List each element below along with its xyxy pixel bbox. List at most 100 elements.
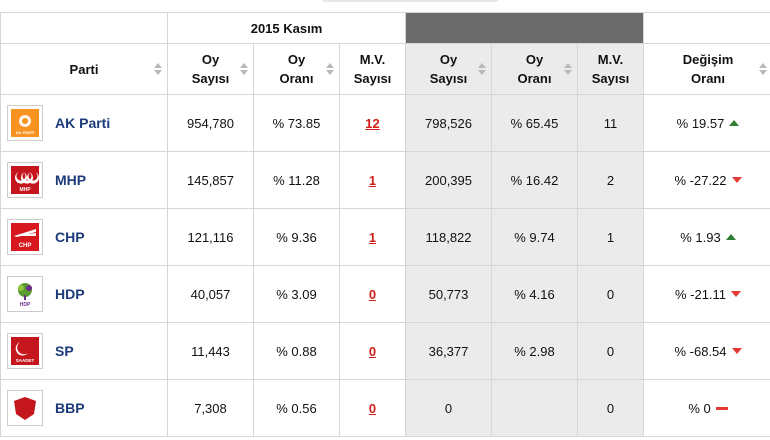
group-header-previous [404, 12, 645, 44]
seats-prev-cell: 0 [576, 322, 645, 380]
col-votes-2015[interactable]: Oy Sayısı [167, 43, 254, 95]
seats-cell: 1 [339, 208, 406, 266]
svg-text:HDP: HDP [20, 302, 31, 308]
sort-icon[interactable] [759, 63, 768, 75]
votes-prev-cell: 200,395 [405, 151, 492, 209]
rate-prev-cell [491, 379, 578, 437]
seats-link[interactable]: 0 [369, 287, 376, 302]
sort-icon[interactable] [326, 63, 334, 75]
seats-cell: 0 [339, 379, 406, 437]
rate-cell: % 3.09 [253, 265, 340, 323]
party-cell[interactable]: SAADET SP [0, 322, 168, 380]
votes-cell: 121,116 [167, 208, 254, 266]
seats-prev-cell: 0 [576, 265, 645, 323]
rate-cell: % 0.56 [253, 379, 340, 437]
rate-prev-cell: % 65.45 [491, 94, 578, 152]
table-row: SAADET SP 11,443 % 0.88 0 36,377 % 2.98 … [0, 322, 770, 380]
table-row: AK PARTİ AK Parti 954,780 % 73.85 12 798… [0, 94, 770, 152]
votes-prev-cell: 798,526 [405, 94, 492, 152]
table-row: CHP CHP 121,116 % 9.36 1 118,822 % 9.74 … [0, 208, 770, 266]
trend-down-icon [731, 291, 742, 297]
rate-prev-cell: % 16.42 [491, 151, 578, 209]
seats-link[interactable]: 0 [369, 401, 376, 416]
seats-cell: 0 [339, 265, 406, 323]
hdp-logo-icon: HDP [7, 276, 43, 312]
change-cell: % 19.57 [643, 94, 770, 152]
party-cell[interactable]: BBP [0, 379, 168, 437]
col-rate-prev[interactable]: Oy Oranı [491, 43, 578, 95]
sort-icon[interactable] [564, 63, 572, 75]
party-cell[interactable]: CHP CHP [0, 208, 168, 266]
party-name[interactable]: MHP [55, 172, 86, 188]
table-row: HDP HDP 40,057 % 3.09 0 50,773 % 4.16 0 … [0, 265, 770, 323]
rate-prev-cell: % 9.74 [491, 208, 578, 266]
group-header-2015: 2015 Kasım [167, 12, 406, 44]
votes-cell: 7,308 [167, 379, 254, 437]
top-scroll-pill [320, 0, 500, 2]
party-name[interactable]: SP [55, 343, 74, 359]
col-votes-prev[interactable]: Oy Sayısı [405, 43, 492, 95]
col-change[interactable]: Değişim Oranı [643, 43, 770, 95]
rate-cell: % 0.88 [253, 322, 340, 380]
trend-flat-icon [715, 406, 728, 410]
votes-prev-cell: 36,377 [405, 322, 492, 380]
table-row: MHP MHP 145,857 % 11.28 1 200,395 % 16.4… [0, 151, 770, 209]
change-value: % 19.57 [676, 115, 725, 131]
trend-up-icon [725, 234, 736, 240]
sp-logo-icon: SAADET [7, 333, 43, 369]
votes-cell: 11,443 [167, 322, 254, 380]
change-value: % 1.93 [680, 229, 721, 245]
party-name[interactable]: BBP [55, 400, 85, 416]
change-cell: % 1.93 [643, 208, 770, 266]
rate-cell: % 11.28 [253, 151, 340, 209]
seats-prev-cell: 2 [576, 151, 645, 209]
trend-up-icon [729, 120, 740, 126]
col-rate-2015[interactable]: Oy Oranı [253, 43, 340, 95]
col-party[interactable]: Parti [0, 43, 168, 95]
sort-icon[interactable] [154, 63, 162, 75]
party-cell[interactable]: MHP MHP [0, 151, 168, 209]
rate-cell: % 9.36 [253, 208, 340, 266]
change-cell: % -21.11 [643, 265, 770, 323]
votes-cell: 954,780 [167, 94, 254, 152]
akp-logo-icon: AK PARTİ [7, 105, 43, 141]
change-cell: % 0 [643, 379, 770, 437]
party-cell[interactable]: HDP HDP [0, 265, 168, 323]
seats-link[interactable]: 0 [369, 344, 376, 359]
votes-cell: 145,857 [167, 151, 254, 209]
change-value: % -21.11 [674, 286, 727, 302]
change-cell: % -27.22 [643, 151, 770, 209]
party-cell[interactable]: AK PARTİ AK Parti [0, 94, 168, 152]
party-name[interactable]: HDP [55, 286, 85, 302]
table-row: BBP 7,308 % 0.56 0 0 0 % 0 [0, 379, 770, 437]
votes-prev-cell: 0 [405, 379, 492, 437]
party-name[interactable]: AK Parti [55, 115, 110, 131]
seats-prev-cell: 11 [576, 94, 645, 152]
election-results-table: 2015 Kasım Parti Oy Sayısı Oy Oranı M.V. Sa… [0, 12, 770, 437]
sort-icon[interactable] [478, 63, 486, 75]
seats-cell: 12 [339, 94, 406, 152]
empty-corner-right [643, 12, 770, 44]
trend-down-icon [731, 177, 742, 183]
bbp-logo-icon [7, 390, 43, 426]
seats-cell: 1 [339, 151, 406, 209]
rate-cell: % 73.85 [253, 94, 340, 152]
seats-link[interactable]: 12 [365, 116, 379, 131]
rate-prev-cell: % 4.16 [491, 265, 578, 323]
svg-text:SAADET: SAADET [16, 358, 35, 363]
col-seats-prev[interactable]: M.V. Sayısı [576, 43, 645, 95]
rate-prev-cell: % 2.98 [491, 322, 578, 380]
mhp-logo-icon: MHP [7, 162, 43, 198]
sort-icon[interactable] [240, 63, 248, 75]
empty-corner [0, 12, 168, 44]
seats-prev-cell: 1 [576, 208, 645, 266]
change-value: % 0 [688, 400, 711, 416]
change-value: % -27.22 [674, 172, 727, 188]
change-cell: % -68.54 [643, 322, 770, 380]
svg-text:CHP: CHP [19, 243, 32, 249]
chp-logo-icon: CHP [7, 219, 43, 255]
col-seats-2015[interactable]: M.V. Sayısı [339, 43, 406, 95]
seats-link[interactable]: 1 [369, 173, 376, 188]
party-name[interactable]: CHP [55, 229, 85, 245]
seats-link[interactable]: 1 [369, 230, 376, 245]
